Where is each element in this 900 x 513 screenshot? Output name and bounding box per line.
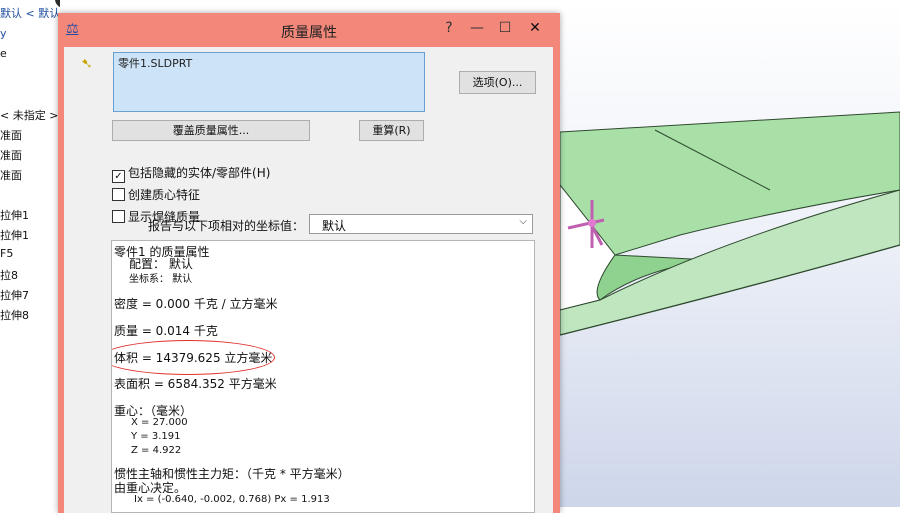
coordinate-system-select[interactable]: 默认 ⌵ xyxy=(309,214,533,234)
coordinate-system-value: 默认 xyxy=(322,219,347,233)
tree-item-plane[interactable]: 准面 xyxy=(0,127,22,143)
results-com-z: Z = 4.922 xyxy=(131,445,182,456)
tree-item-feature[interactable]: 拉伸1 xyxy=(0,227,29,243)
tree-item-feature[interactable]: 拉8 xyxy=(0,267,18,283)
tree-item-material[interactable]: < 未指定 > xyxy=(0,107,58,123)
dialog-client-area: ➷ 零件1.SLDPRT 选项(O)... 覆盖质量属性... 重算(R) ✓ 包… xyxy=(64,47,553,513)
part-model xyxy=(560,111,900,336)
tree-item-feature[interactable]: F5 xyxy=(0,247,13,260)
tree-item-plane[interactable]: 准面 xyxy=(0,147,22,163)
create-com-checkbox[interactable] xyxy=(112,188,125,201)
selected-part-item[interactable]: 零件1.SLDPRT xyxy=(118,55,192,71)
tree-item-plane[interactable]: 准面 xyxy=(0,167,22,183)
create-com-checkbox-row[interactable]: 创建质心特征 xyxy=(112,186,200,202)
tree-item-feature[interactable]: 拉伸7 xyxy=(0,287,29,303)
results-mass: 质量 = 0.014 千克 xyxy=(114,324,218,338)
feature-tree-panel: 默认 < 默认 > 显示状态 y e < 未指定 > 准面 准面 准面 拉伸1 … xyxy=(0,0,60,507)
recalculate-button[interactable]: 重算(R) xyxy=(359,120,424,141)
tree-item-feature[interactable]: 拉伸1 xyxy=(0,207,29,223)
tree-item[interactable]: e xyxy=(0,47,7,60)
results-coordsys: 坐标系： 默认 xyxy=(129,274,193,285)
close-button[interactable]: ✕ xyxy=(521,16,549,40)
maximize-button[interactable]: ☐ xyxy=(491,16,519,40)
title-bar[interactable]: ⚖ 质量属性 ? — ☐ ✕ xyxy=(58,13,560,47)
selection-cursor-icon: ➷ xyxy=(81,56,93,72)
results-text-area[interactable]: 零件1 的质量属性 配置： 默认 坐标系： 默认 密度 = 0.000 千克 /… xyxy=(111,240,535,513)
override-mass-properties-button[interactable]: 覆盖质量属性... xyxy=(112,120,310,141)
results-com-y: Y = 3.191 xyxy=(131,431,181,442)
create-com-label: 创建质心特征 xyxy=(128,188,201,202)
results-surface-area: 表面积 = 6584.352 平方毫米 xyxy=(114,377,277,391)
include-hidden-label: 包括隐藏的实体/零部件(H) xyxy=(128,166,271,180)
tree-config-header: 默认 < 默认 > 显示状态 xyxy=(0,7,60,20)
weld-mass-checkbox[interactable] xyxy=(112,210,125,223)
tree-item[interactable]: y xyxy=(0,27,7,40)
minimize-button[interactable]: — xyxy=(463,16,491,40)
results-ix: Ix = (-0.640, -0.002, 0.768) Px = 1.913 xyxy=(134,494,330,505)
tree-item-feature[interactable]: 拉伸8 xyxy=(0,307,29,323)
include-hidden-checkbox-row[interactable]: ✓ 包括隐藏的实体/零部件(H) xyxy=(112,164,271,183)
coordinate-label: 报告与以下项相对的坐标值： xyxy=(148,219,305,233)
volume-highlight-circle xyxy=(112,340,275,375)
results-com-x: X = 27.000 xyxy=(131,417,188,428)
options-button[interactable]: 选项(O)... xyxy=(459,71,536,94)
help-button[interactable]: ? xyxy=(435,16,463,40)
results-density: 密度 = 0.000 千克 / 立方毫米 xyxy=(114,297,278,311)
graphics-viewport[interactable] xyxy=(560,0,900,507)
include-hidden-checkbox[interactable]: ✓ xyxy=(112,170,125,183)
chevron-down-icon[interactable]: ⌵ xyxy=(519,216,527,227)
selected-items-list[interactable]: 零件1.SLDPRT xyxy=(113,52,425,112)
mass-properties-dialog: ⚖ 质量属性 ? — ☐ ✕ ➷ 零件1.SLDPRT 选项(O)... 覆盖质… xyxy=(58,13,560,513)
